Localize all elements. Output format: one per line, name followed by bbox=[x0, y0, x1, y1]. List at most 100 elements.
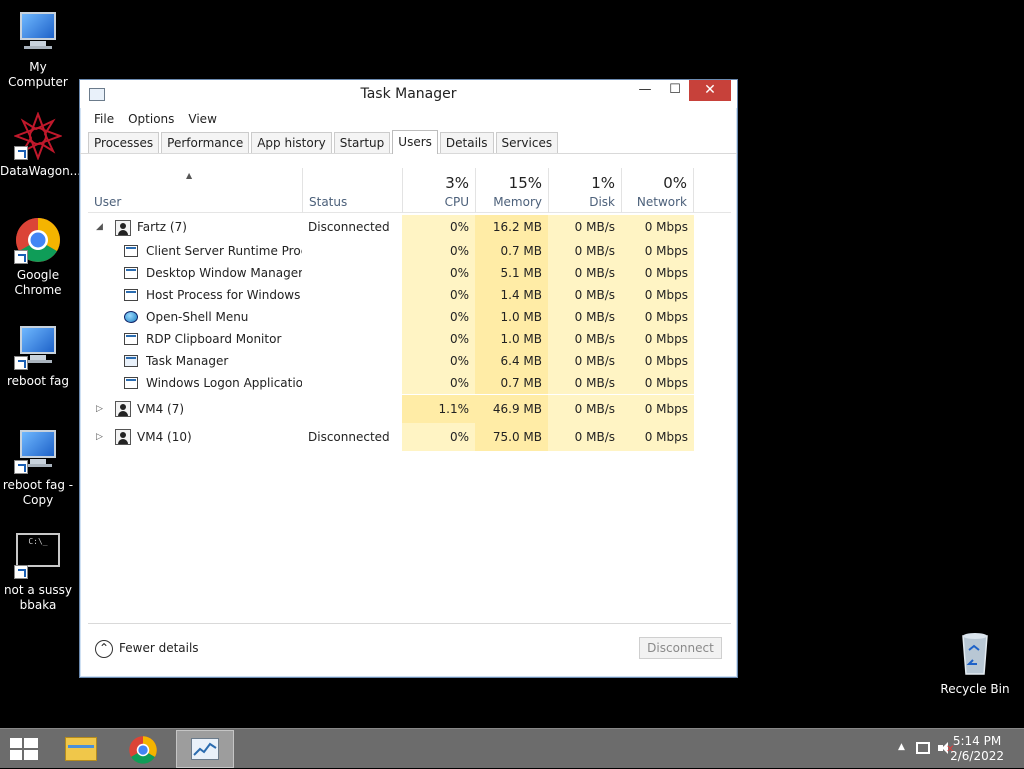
network-cell: 0 Mbps bbox=[621, 395, 694, 423]
taskbar-chrome[interactable] bbox=[114, 730, 172, 768]
tab-users[interactable]: Users bbox=[392, 130, 438, 154]
cpu-cell: 0% bbox=[402, 423, 475, 451]
column-user-label: User bbox=[94, 195, 122, 209]
desktop-icon-label: My Computer bbox=[8, 60, 68, 89]
start-button[interactable] bbox=[10, 738, 38, 760]
taskbar: ▲ ✕ 5:14 PM 2/6/2022 bbox=[0, 728, 1024, 768]
network-cell: 0 Mbps bbox=[621, 284, 694, 306]
user-row[interactable]: ▷ VM4 (10) Disconnected 0% 75.0 MB 0 MB/s 0 Mb… bbox=[88, 423, 731, 451]
app-window-icon bbox=[124, 377, 138, 389]
disk-cell: 0 MB/s bbox=[548, 215, 621, 240]
process-row[interactable]: Open-Shell Menu 0% 1.0 MB 0 MB/s 0 Mbps bbox=[88, 306, 731, 328]
computer-icon bbox=[14, 8, 62, 56]
status-cell bbox=[308, 240, 402, 262]
user-icon bbox=[115, 429, 131, 445]
user-icon bbox=[115, 219, 131, 236]
close-button[interactable]: ✕ bbox=[689, 80, 731, 101]
disk-cell: 0 MB/s bbox=[548, 328, 621, 350]
user-row[interactable]: ▷ VM4 (7) 1.1% 46.9 MB 0 MB/s 0 Mbps bbox=[88, 395, 731, 423]
status-cell: Disconnected bbox=[308, 430, 390, 444]
disk-cell: 0 MB/s bbox=[548, 395, 621, 423]
memory-cell: 0.7 MB bbox=[475, 372, 548, 394]
desktop-icon-reboot-copy[interactable]: reboot fag - Copy bbox=[0, 426, 76, 508]
process-name: Client Server Runtime Proc... bbox=[146, 244, 302, 258]
column-cpu[interactable]: 3% CPU bbox=[402, 168, 475, 213]
desktop-icon-recycle-bin[interactable]: Recycle Bin bbox=[937, 630, 1013, 697]
user-table: ◢ Fartz (7) Disconnected 0% 16.2 MB 0 MB/s 0 M… bbox=[88, 213, 731, 623]
desktop-icon-label: reboot fag bbox=[6, 374, 70, 388]
disk-cell: 0 MB/s bbox=[548, 240, 621, 262]
column-disk-label: Disk bbox=[589, 195, 615, 209]
taskbar-task-manager[interactable] bbox=[176, 730, 234, 768]
memory-cell: 5.1 MB bbox=[475, 262, 548, 284]
column-network-label: Network bbox=[636, 195, 687, 209]
system-tray: ▲ ✕ 5:14 PM 2/6/2022 bbox=[864, 729, 1024, 769]
tab-performance[interactable]: Performance bbox=[161, 132, 250, 153]
title-bar[interactable]: Task Manager — ☐ ✕ bbox=[80, 80, 737, 108]
network-cell: 0 Mbps bbox=[621, 372, 694, 394]
maximize-button[interactable]: ☐ bbox=[660, 80, 690, 101]
process-row[interactable]: Desktop Window Manager 0% 5.1 MB 0 MB/s 0 Mb… bbox=[88, 262, 731, 284]
cpu-cell: 0% bbox=[402, 240, 475, 262]
chevron-up-icon: ⌃ bbox=[95, 639, 113, 658]
status-cell bbox=[308, 395, 402, 423]
process-row[interactable]: RDP Clipboard Monitor 0% 1.0 MB 0 MB/s 0 Mbp… bbox=[88, 328, 731, 350]
expand-arrow-icon[interactable]: ▷ bbox=[96, 395, 103, 423]
memory-cell: 1.4 MB bbox=[475, 284, 548, 306]
disconnect-button[interactable]: Disconnect bbox=[639, 637, 722, 659]
desktop-icon-label: reboot fag - Copy bbox=[2, 478, 74, 507]
process-row[interactable]: Task Manager 0% 6.4 MB 0 MB/s 0 Mbps bbox=[88, 350, 731, 372]
taskbar-file-explorer[interactable] bbox=[53, 730, 111, 768]
column-disk[interactable]: 1% Disk bbox=[548, 168, 621, 213]
column-status-label: Status bbox=[309, 195, 348, 209]
process-row[interactable]: Windows Logon Application 0% 0.7 MB 0 MB/s 0… bbox=[88, 372, 731, 394]
column-user[interactable]: ▲ User bbox=[88, 168, 302, 213]
column-status[interactable]: Status bbox=[302, 168, 402, 213]
tab-app-history[interactable]: App history bbox=[251, 132, 332, 153]
app-window-icon bbox=[124, 289, 138, 301]
cpu-cell: 0% bbox=[402, 262, 475, 284]
chevron-up-icon[interactable]: ▲ bbox=[898, 742, 905, 752]
tab-processes[interactable]: Processes bbox=[88, 132, 160, 153]
menu-view[interactable]: View bbox=[182, 112, 222, 126]
desktop-icon-google-chrome[interactable]: Google Chrome bbox=[0, 216, 76, 298]
cpu-total-percent: 3% bbox=[445, 174, 469, 192]
desktop-icon-my-computer[interactable]: My Computer bbox=[0, 8, 76, 90]
tab-strip: Processes Performance App history Startu… bbox=[80, 130, 737, 154]
desktop-icon-reboot[interactable]: reboot fag bbox=[0, 322, 76, 389]
process-name: Windows Logon Application bbox=[146, 376, 302, 390]
tab-details[interactable]: Details bbox=[439, 132, 494, 153]
desktop-icon-cmd[interactable]: C:\_ not a sussy bbaka bbox=[0, 531, 76, 613]
app-window-icon bbox=[124, 333, 138, 345]
memory-cell: 16.2 MB bbox=[475, 215, 548, 240]
menu-options[interactable]: Options bbox=[122, 112, 180, 126]
menu-file[interactable]: File bbox=[88, 112, 120, 126]
process-row[interactable]: Client Server Runtime Proc... 0% 0.7 MB 0 M… bbox=[88, 240, 731, 262]
collapse-arrow-icon[interactable]: ◢ bbox=[96, 215, 103, 240]
minimize-button[interactable]: — bbox=[630, 80, 660, 101]
clock-time: 5:14 PM bbox=[952, 734, 1002, 748]
fewer-details-link[interactable]: ⌃ Fewer details bbox=[95, 639, 199, 658]
clock[interactable]: 5:14 PM 2/6/2022 bbox=[950, 734, 1004, 764]
expand-arrow-icon[interactable]: ▷ bbox=[96, 423, 103, 451]
network-cell: 0 Mbps bbox=[621, 350, 694, 372]
computer-icon bbox=[14, 322, 62, 370]
memory-total-percent: 15% bbox=[508, 174, 542, 192]
tab-services[interactable]: Services bbox=[495, 132, 559, 153]
user-row[interactable]: ◢ Fartz (7) Disconnected 0% 16.2 MB 0 MB/s 0 M… bbox=[88, 215, 731, 240]
network-icon[interactable] bbox=[916, 742, 930, 754]
column-network[interactable]: 0% Network bbox=[621, 168, 694, 213]
disk-cell: 0 MB/s bbox=[548, 284, 621, 306]
status-cell bbox=[308, 284, 402, 306]
cpu-cell: 0% bbox=[402, 306, 475, 328]
column-memory[interactable]: 15% Memory bbox=[475, 168, 548, 213]
chrome-icon bbox=[14, 216, 62, 264]
disk-total-percent: 1% bbox=[591, 174, 615, 192]
column-cpu-label: CPU bbox=[444, 195, 469, 209]
disk-cell: 0 MB/s bbox=[548, 306, 621, 328]
desktop-icon-datawagon[interactable]: DataWagon... bbox=[0, 111, 81, 179]
process-name: RDP Clipboard Monitor bbox=[146, 332, 282, 346]
process-row[interactable]: Host Process for Windows ... 0% 1.4 MB 0 MB… bbox=[88, 284, 731, 306]
tab-startup[interactable]: Startup bbox=[333, 132, 391, 153]
process-name: Open-Shell Menu bbox=[146, 310, 249, 324]
